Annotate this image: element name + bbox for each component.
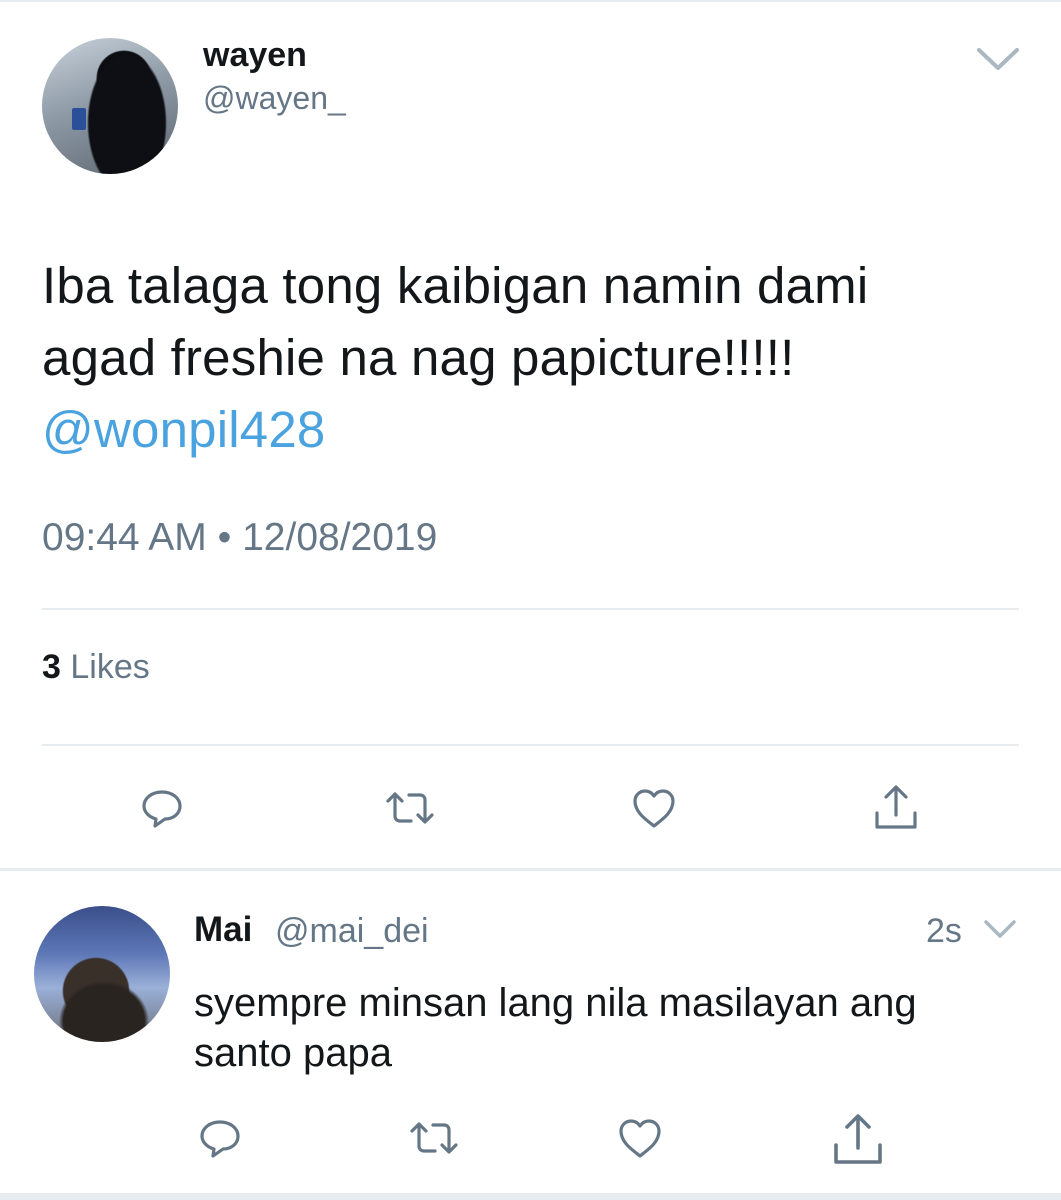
retweet-icon[interactable]: [404, 1108, 464, 1168]
avatar-phone-detail: [72, 108, 86, 130]
mention-link[interactable]: @wonpil428: [42, 394, 1032, 466]
reply-avatar[interactable]: [34, 906, 170, 1042]
reply-icon[interactable]: [132, 778, 192, 838]
main-tweet-text: Iba talaga tong kaibigan namin dami agad…: [42, 250, 1032, 466]
top-border: [0, 0, 1061, 2]
bottom-border: [0, 1193, 1061, 1200]
share-icon[interactable]: [866, 778, 926, 838]
main-tweet-handle[interactable]: @wayen_: [203, 80, 346, 117]
reply-text-line1: syempre minsan lang nila masilayan ang: [194, 981, 917, 1025]
like-icon[interactable]: [624, 778, 684, 838]
reply-timestamp: 2s: [926, 912, 962, 950]
divider: [42, 744, 1019, 746]
reply-handle[interactable]: @mai_dei: [275, 912, 429, 951]
reply-icon[interactable]: [190, 1108, 250, 1168]
like-icon[interactable]: [610, 1108, 670, 1168]
likes-label: Likes: [70, 648, 150, 686]
likes-count[interactable]: 3 Likes: [42, 648, 150, 687]
main-tweet-avatar[interactable]: [42, 38, 178, 174]
main-tweet-text-line2: agad freshie na nag papicture!!!!!: [42, 329, 795, 386]
reply-display-name[interactable]: Mai: [194, 910, 252, 950]
main-tweet-text-line1: Iba talaga tong kaibigan namin dami: [42, 257, 869, 314]
main-tweet-timestamp: 09:44 AM • 12/08/2019: [42, 516, 438, 559]
chevron-down-icon[interactable]: [983, 918, 1017, 940]
reply-text-line2: santo papa: [194, 1031, 392, 1075]
retweet-icon[interactable]: [380, 778, 440, 838]
reply-text: syempre minsan lang nila masilayan ang s…: [194, 978, 1034, 1078]
chevron-down-icon[interactable]: [975, 44, 1021, 74]
section-separator: [0, 868, 1061, 871]
divider: [42, 608, 1019, 610]
likes-number: 3: [42, 648, 61, 686]
main-tweet-display-name[interactable]: wayen: [203, 36, 307, 75]
share-icon[interactable]: [828, 1110, 888, 1170]
